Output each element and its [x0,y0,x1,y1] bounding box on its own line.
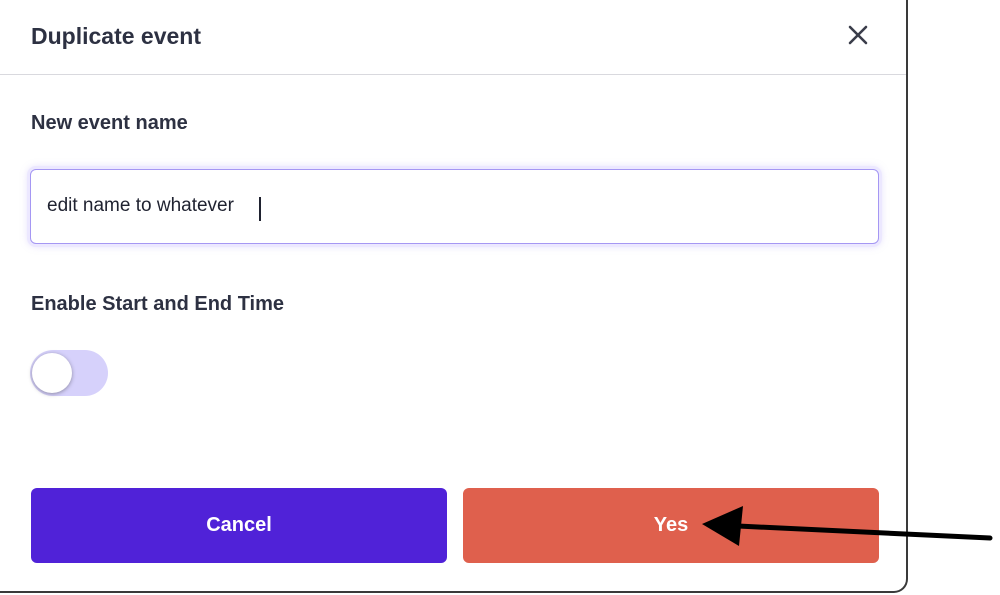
start-end-time-toggle[interactable] [30,350,108,396]
yes-button[interactable]: Yes [463,488,879,563]
toggle-knob [32,353,72,393]
screenshot-page: Duplicate event New event name Enable St… [0,0,1000,595]
text-caret [259,197,261,221]
dialog-header: Duplicate event [0,0,906,75]
event-name-label: New event name [31,112,188,134]
close-icon [848,25,868,45]
start-end-time-label: Enable Start and End Time [31,293,285,315]
event-name-field-wrapper [30,169,879,244]
event-name-input[interactable] [47,170,847,242]
dialog-title: Duplicate event [31,23,201,49]
cancel-button[interactable]: Cancel [31,488,447,563]
close-button[interactable] [842,19,874,51]
duplicate-event-dialog: Duplicate event New event name Enable St… [0,0,908,593]
